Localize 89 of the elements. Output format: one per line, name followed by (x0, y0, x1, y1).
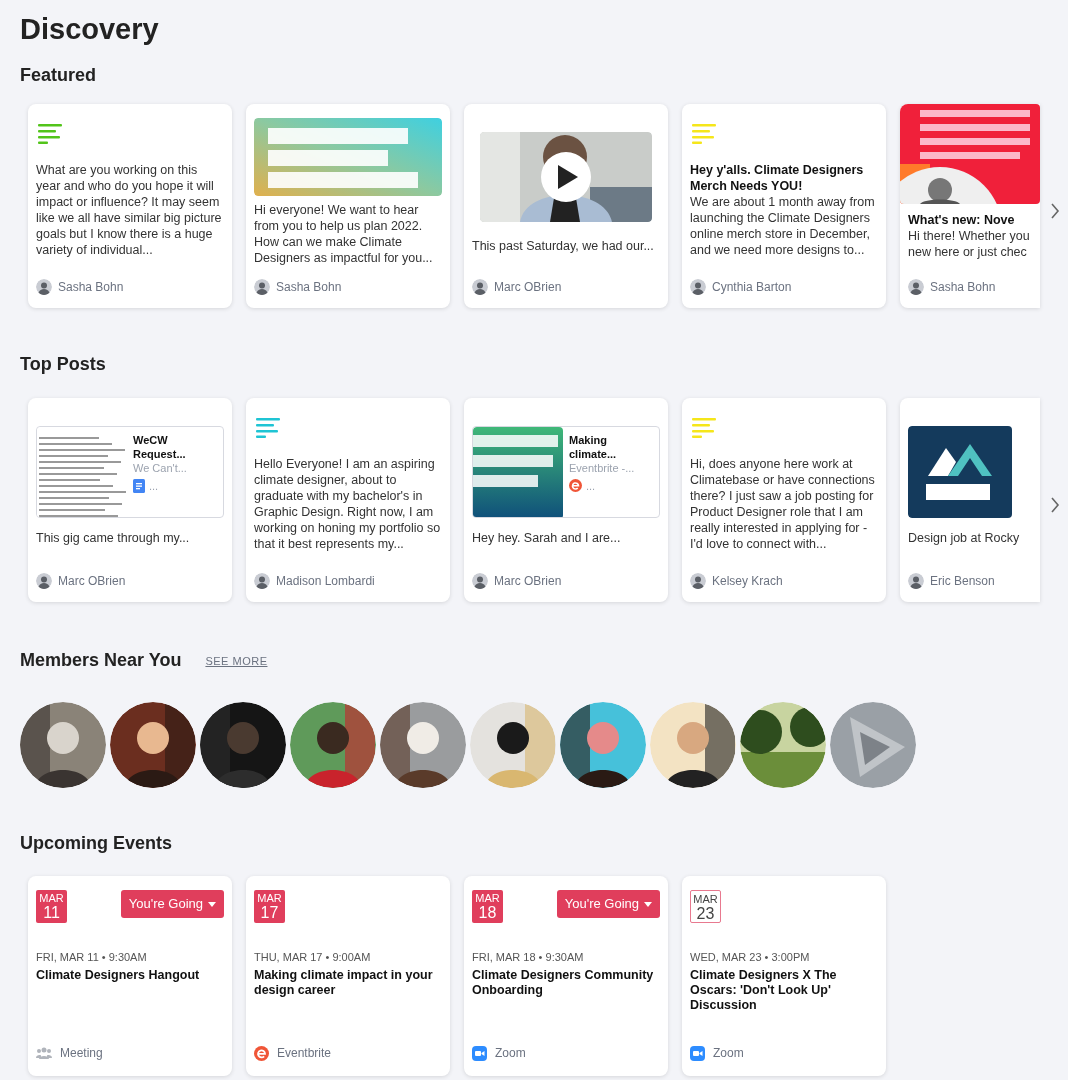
author-name: Eric Benson (930, 573, 995, 590)
post-title: What's new: Nove (908, 212, 1016, 229)
event-title: Making climate impact in your design career (254, 967, 434, 998)
post-title: Hey y'alls. Climate Designers Merch Needs YOU! (690, 162, 865, 195)
date-badge: MAR 18 (472, 890, 503, 924)
chevron-right-icon (1050, 496, 1060, 513)
preview-source: We Can't... (133, 461, 188, 475)
more-text: ... (149, 479, 159, 493)
post-text: Hi everyone! We want to hear from you to help us plan 2022. How can we make Climate Designers as impactful for you... (254, 202, 434, 267)
section-title: Top Posts (20, 354, 107, 376)
post-text: Hi there! Whether you new here or just chec (908, 228, 1031, 261)
rsvp-button[interactable]: You're Going (556, 890, 660, 919)
post-card[interactable]: What are you working on this year and who do you hope it will impact or influence? It may seem like we all have similar big picture goals but I know there is a huge variety of individual... Sasha Bohn (28, 104, 232, 309)
preview-source: Eventbrite -... (569, 461, 636, 475)
event-card[interactable]: MAR 23 WED, MAR 23 • 3:00PM Climate Designers X The Oscars: 'Don't Look Up' Discussion Zoom (682, 876, 886, 1077)
author-name: Sasha Bohn (276, 279, 342, 297)
post-text: What are you working on this year and who do you hope it will impact or influence? It may seem like we all have similar big picture goals but I know there is a huge variety of individual... (36, 162, 223, 259)
post-card[interactable]: Hey y'alls. Climate Designers Merch Needs YOU! We are about 1 month away from launching the Climate Designers online merch store in December, and we need more designs to... Cynthia Barton (682, 104, 886, 309)
author-name: Sasha Bohn (58, 279, 124, 297)
post-text: Hello Everyone! I am an aspiring climate designer, about to graduate with my bachelor's in Graphic Design. Right now, I am working on honing my portfolio so that it best represents my... (254, 456, 442, 552)
post-card[interactable]: Hi everyone! We want to hear from you to help us plan 2022. How can we make Climate Designers as impactful for you... Sasha Bohn (246, 104, 450, 309)
author-name: Marc OBrien (58, 573, 126, 590)
post-text: Design job at Rocky (908, 530, 1021, 546)
chevron-right-icon (1050, 203, 1060, 220)
event-card[interactable]: MAR 18 You're Going FRI, MAR 18 • 9:30AM Climate Designers Community Onboarding Zoom (464, 876, 668, 1077)
caret-icon (644, 901, 652, 907)
author-name: Marc OBrien (494, 573, 562, 590)
preview-title: WeCW Request... (133, 433, 187, 461)
event-card[interactable]: MAR 11 You're Going FRI, MAR 11 • 9:30AM Climate Designers Hangout Meeting (28, 876, 232, 1077)
caret-icon (208, 901, 216, 907)
avatar (254, 279, 270, 296)
author-name: Cynthia Barton (712, 279, 792, 297)
page-title: Discovery (20, 12, 160, 47)
avatar (690, 279, 706, 296)
post-card[interactable]: This past Saturday, we had our... Marc OBrien (464, 104, 668, 309)
date-badge: MAR 23 (690, 890, 721, 924)
post-text: Hey hey. Sarah and I are... (472, 530, 622, 546)
people-icon (36, 1047, 52, 1060)
see-more-link[interactable]: SEE MORE (205, 652, 268, 670)
event-location: Zoom (495, 1045, 526, 1063)
avatar (36, 279, 52, 296)
avatar (908, 279, 924, 296)
play-icon (541, 152, 591, 203)
post-text: This gig came through my... (36, 530, 191, 546)
event-location: Meeting (60, 1045, 103, 1063)
event-location: Eventbrite (277, 1045, 332, 1063)
post-text: This past Saturday, we had our... (472, 238, 655, 255)
avatar (254, 573, 270, 589)
document-icon (133, 479, 145, 493)
avatar (908, 573, 924, 589)
video-camera-icon (690, 1045, 705, 1061)
event-location: Zoom (713, 1045, 744, 1063)
avatar (472, 573, 488, 589)
date-badge: MAR 17 (254, 890, 285, 924)
date-badge: MAR 11 (36, 890, 67, 924)
event-time: FRI, MAR 11 • 9:30AM (36, 950, 148, 966)
avatar (472, 279, 488, 296)
eventbrite-icon (569, 479, 582, 493)
avatar (36, 573, 52, 589)
preview-title: Making climate... (569, 433, 618, 461)
rsvp-button[interactable]: You're Going (120, 890, 224, 919)
post-card[interactable]: Design job at Rocky Eric Benson (900, 398, 1040, 602)
event-time: THU, MAR 17 • 9:00AM (254, 950, 372, 966)
more-text: ... (586, 479, 596, 493)
link-preview[interactable]: Making climate... Eventbrite -... ... (472, 426, 660, 518)
event-title: Climate Designers Community Onboarding (472, 967, 655, 998)
event-time: WED, MAR 23 • 3:00PM (690, 950, 811, 966)
post-card[interactable]: WeCW Request... We Can't... ... This gig came through my... Marc OBrien (28, 398, 232, 602)
post-card[interactable] (246, 398, 450, 602)
event-card[interactable]: MAR 17 THU, MAR 17 • 9:00AM Making climate impact in your design career Eventbrite (246, 876, 450, 1077)
link-preview[interactable]: WeCW Request... We Can't... ... (36, 426, 224, 518)
event-time: FRI, MAR 18 • 9:30AM (472, 950, 585, 966)
section-title: Members Near You (20, 650, 182, 672)
post-card[interactable]: What's new: Nove Hi there! Whether you new here or just chec Sasha Bohn (900, 104, 1040, 309)
eventbrite-icon (254, 1045, 269, 1061)
post-card[interactable] (682, 398, 886, 602)
post-card[interactable]: Making climate... Eventbrite -... ... Hey hey. Sarah and I are... Marc OBrien (464, 398, 668, 602)
author-name: Kelsey Krach (712, 573, 783, 590)
author-name: Madison Lombardi (276, 573, 375, 590)
post-text: We are about 1 month away from launching the Climate Designers online merch store in December, and we need more designs to... (690, 194, 876, 259)
event-title: Climate Designers Hangout (36, 967, 201, 983)
section-title: Featured (20, 64, 98, 87)
video-camera-icon (472, 1045, 487, 1061)
author-name: Sasha Bohn (930, 279, 996, 297)
post-text: Hi, does anyone here work at Climatebase or have connections there? I just saw a job posting for Product Designer role that I am really interested in applying for - I'd love to connect with... (690, 456, 876, 552)
event-title: Climate Designers X The Oscars: 'Don't Look Up' Discussion (690, 967, 838, 1013)
avatar (690, 573, 706, 589)
section-title: Upcoming Events (20, 832, 174, 855)
author-name: Marc OBrien (494, 279, 562, 297)
